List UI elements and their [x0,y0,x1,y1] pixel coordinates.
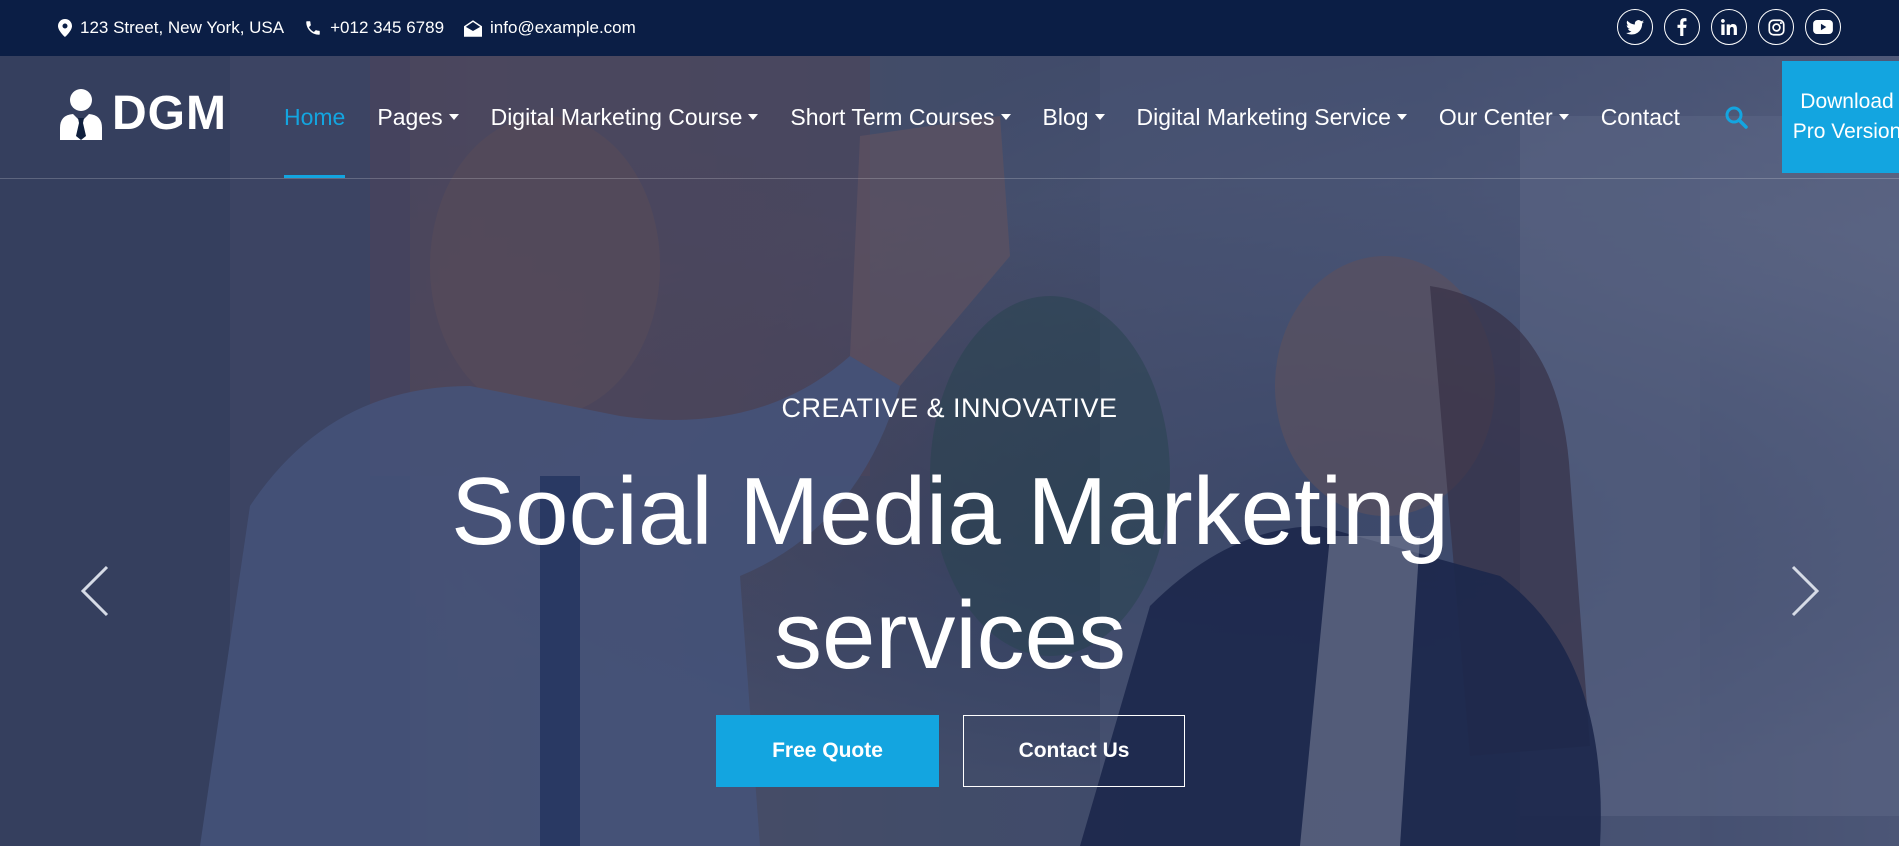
caret-down-icon [448,114,459,120]
nav-item-label: Home [284,103,346,130]
contact-info: 123 Street, New York, USA +012 345 6789 … [58,18,656,38]
hero-tagline: CREATIVE & INNOVATIVE [781,393,1118,423]
contact-us-label: Contact Us [1018,739,1130,762]
nav-item-digital-marketing-service[interactable]: Digital Marketing Service [1137,56,1407,178]
nav-item-home[interactable]: Home [284,56,346,178]
caret-down-icon [1558,114,1569,120]
social-links [1606,9,1841,45]
phone-icon [306,21,320,35]
instagram-link[interactable] [1758,9,1794,45]
caret-down-icon [1000,114,1011,120]
nav-item-our-center[interactable]: Our Center [1439,56,1569,178]
phone-text: +012 345 6789 [330,18,445,37]
linkedin-icon [1721,19,1737,35]
brand-name: DGM [112,87,227,140]
youtube-link[interactable] [1805,9,1841,45]
carousel-next-button[interactable] [1790,565,1820,622]
nav-item-digital-marketing-course[interactable]: Digital Marketing Course [491,56,759,178]
map-pin-icon [58,19,72,37]
download-pro-label: Download Pro Version [1792,90,1899,143]
nav-item-label: Blog [1042,103,1089,130]
caret-down-icon [1094,114,1105,120]
envelope-open-icon [464,19,483,37]
search-button[interactable] [1724,105,1748,134]
main-navbar: DGM Home Pages Digital Marketing Course … [0,56,1899,179]
nav-item-label: Digital Marketing Service [1136,103,1391,130]
youtube-icon [1813,20,1833,34]
linkedin-link[interactable] [1711,9,1747,45]
twitter-link[interactable] [1617,9,1653,45]
email-item[interactable]: info@example.com [464,18,636,38]
user-tie-icon [60,88,102,140]
facebook-link[interactable] [1664,9,1700,45]
twitter-icon [1626,19,1644,35]
contact-us-button[interactable]: Contact Us [963,715,1185,787]
nav-item-label: Digital Marketing Course [490,103,743,130]
facebook-icon [1677,18,1687,36]
nav-item-label: Our Center [1438,103,1553,130]
email-text: info@example.com [490,18,636,37]
nav-item-pages[interactable]: Pages [377,56,459,178]
top-bar: 123 Street, New York, USA +012 345 6789 … [0,0,1899,56]
brand-logo[interactable]: DGM [58,86,227,141]
search-icon [1725,106,1748,129]
chevron-left-icon [80,565,109,617]
caret-down-icon [748,114,759,120]
nav-item-short-term-courses[interactable]: Short Term Courses [790,56,1011,178]
address-item: 123 Street, New York, USA [58,18,284,38]
carousel-prev-button[interactable] [80,565,110,622]
caret-down-icon [1396,114,1407,120]
phone-item[interactable]: +012 345 6789 [304,18,444,38]
download-pro-button[interactable]: Download Pro Version [1782,61,1899,173]
instagram-icon [1767,18,1785,36]
free-quote-label: Free Quote [772,739,883,762]
nav-item-label: Short Term Courses [790,103,995,130]
hero-headline: Social Media Marketing services [451,458,1449,689]
nav-item-label: Pages [377,103,443,130]
chevron-right-icon [1791,565,1820,617]
address-text: 123 Street, New York, USA [80,18,285,37]
free-quote-button[interactable]: Free Quote [716,715,939,787]
nav-item-label: Contact [1600,103,1680,130]
nav-item-contact[interactable]: Contact [1601,56,1680,178]
nav-menu: Home Pages Digital Marketing Course Shor… [284,56,1712,178]
nav-item-blog[interactable]: Blog [1043,56,1105,178]
